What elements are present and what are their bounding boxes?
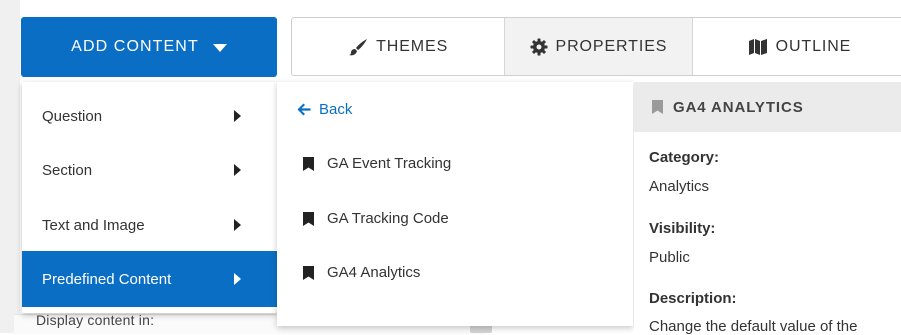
visibility-label: Visibility: <box>649 220 716 237</box>
tab-themes[interactable]: THEMES <box>292 18 506 75</box>
menu-item-predefined-content[interactable]: Predefined Content <box>22 251 277 307</box>
description-value: Change the default value of the <box>649 318 858 335</box>
submenu-item-ga4-analytics[interactable]: GA4 Analytics <box>303 264 420 281</box>
content-preview-panel: GA4 ANALYTICS Category: Analytics Visibi… <box>634 82 901 335</box>
caret-right-icon <box>234 219 241 231</box>
bookmark-icon <box>652 100 663 114</box>
menu-item-section[interactable]: Section <box>22 142 277 198</box>
submenu-item-ga-event-tracking[interactable]: GA Event Tracking <box>303 155 451 172</box>
tab-properties[interactable]: PROPERTIES <box>505 18 693 75</box>
menu-item-text-and-image[interactable]: Text and Image <box>22 197 277 253</box>
category-label: Category: <box>649 149 720 166</box>
submenu-item-label: GA4 Analytics <box>327 264 421 281</box>
menu-item-question[interactable]: Question <box>22 88 277 144</box>
predefined-content-submenu: Back GA Event Tracking GA Tracking Code … <box>277 82 633 326</box>
arrow-left-icon <box>297 103 311 116</box>
menu-item-label: Question <box>42 107 103 125</box>
page-background-left <box>0 0 20 333</box>
tab-outline[interactable]: OUTLINE <box>693 18 901 75</box>
visibility-value: Public <box>649 249 690 266</box>
tab-properties-label: PROPERTIES <box>555 37 668 55</box>
bookmark-icon <box>303 156 314 171</box>
add-content-button[interactable]: ADD CONTENT <box>21 17 277 77</box>
tab-themes-label: THEMES <box>376 37 449 55</box>
menu-item-label: Text and Image <box>42 216 145 234</box>
gear-icon <box>530 38 547 55</box>
display-content-label: Display content in: <box>36 312 155 328</box>
category-value: Analytics <box>649 178 710 195</box>
submenu-item-label: GA Tracking Code <box>327 210 449 227</box>
caret-right-icon <box>234 110 241 122</box>
back-label: Back <box>319 101 353 118</box>
editor-tab-bar: THEMES PROPERTIES OUTLINE <box>291 17 901 76</box>
caret-right-icon <box>234 164 241 176</box>
caret-right-icon <box>234 273 241 285</box>
tab-outline-label: OUTLINE <box>775 37 852 55</box>
menu-item-label: Predefined Content <box>42 270 172 288</box>
panel-title: GA4 ANALYTICS <box>673 98 804 116</box>
description-label: Description: <box>649 290 737 307</box>
menu-item-label: Section <box>42 161 93 179</box>
map-icon <box>748 38 767 55</box>
bookmark-icon <box>303 211 314 226</box>
submenu-item-label: GA Event Tracking <box>327 155 452 172</box>
panel-header: GA4 ANALYTICS <box>634 82 901 132</box>
back-link[interactable]: Back <box>297 101 352 118</box>
add-content-menu: Question Section Text and Image Predefin… <box>22 82 277 313</box>
caret-down-icon <box>212 44 227 52</box>
brush-icon <box>349 38 368 55</box>
submenu-item-ga-tracking-code[interactable]: GA Tracking Code <box>303 210 449 227</box>
bookmark-icon <box>303 265 314 280</box>
add-content-label: ADD CONTENT <box>71 38 199 55</box>
